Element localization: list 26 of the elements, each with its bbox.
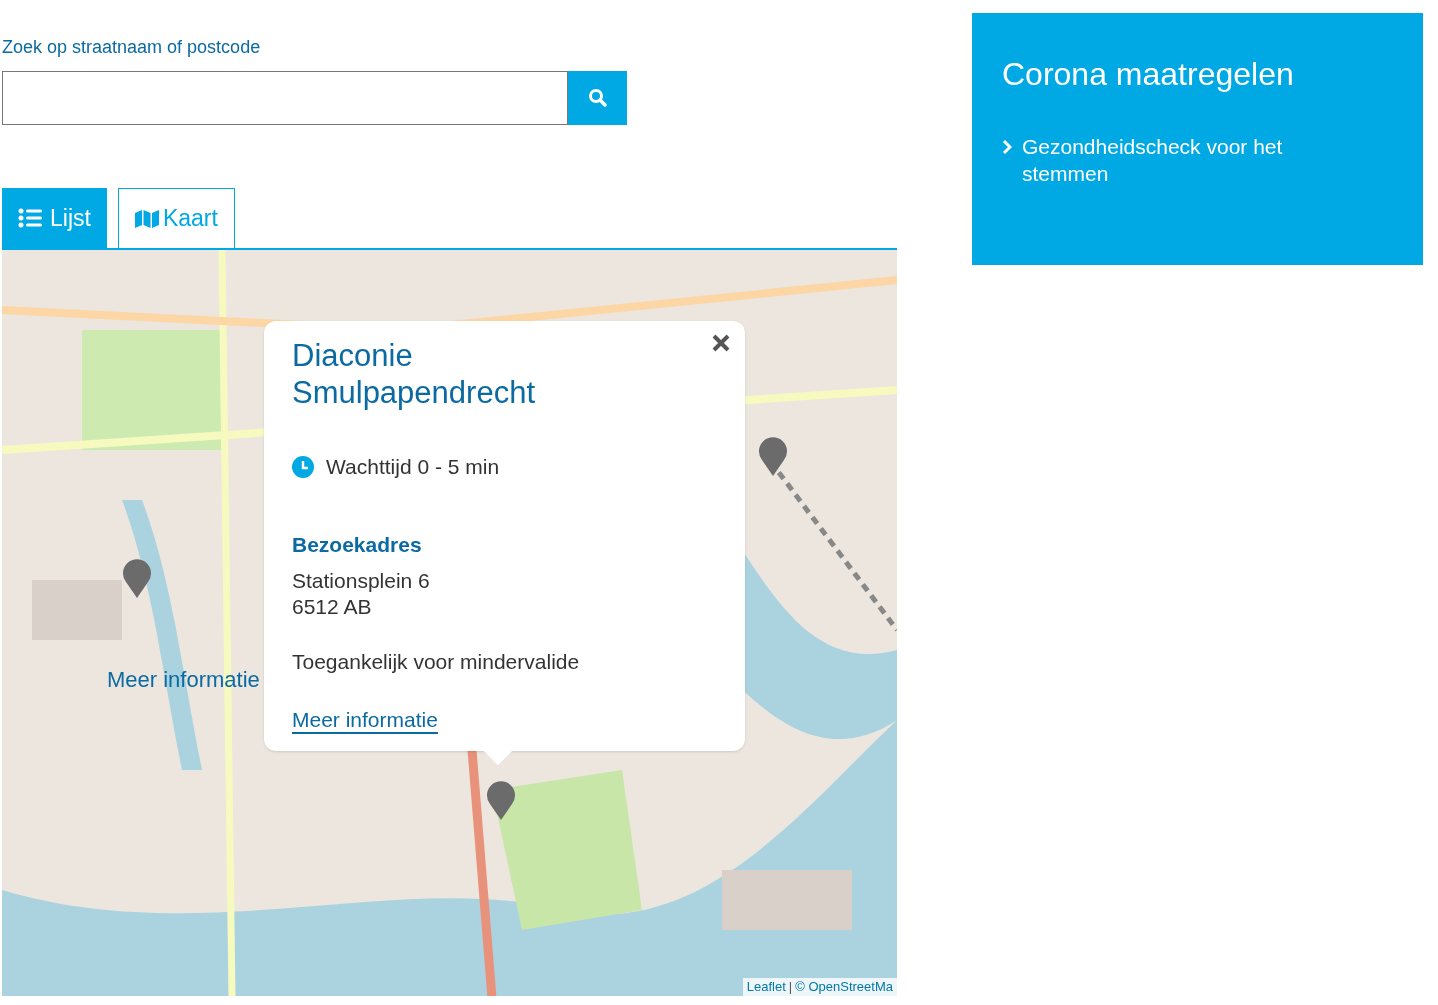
separator: | <box>788 978 793 996</box>
address-heading: Bezoekadres <box>292 531 423 558</box>
map-marker-icon[interactable] <box>757 436 789 476</box>
search-icon <box>587 88 608 108</box>
search-field[interactable] <box>2 71 568 125</box>
leaflet-link[interactable]: Leaflet <box>746 977 786 996</box>
view-tab[interactable]: Lijst <box>2 188 107 248</box>
chevron-icon <box>1002 139 1012 155</box>
clock-icon <box>292 455 314 478</box>
close-icon <box>711 333 731 353</box>
map-icon <box>134 208 159 229</box>
list-icon <box>18 208 42 228</box>
map-marker-icon[interactable] <box>485 780 517 820</box>
attribution-link[interactable]: © OpenStreetMa <box>795 977 893 996</box>
accessibility-note: Toegankelijk voor mindervalide <box>292 649 581 675</box>
search-button[interactable] <box>568 71 627 125</box>
sidebar-title: Corona maatregelen <box>1002 55 1295 93</box>
wait-time: Wachttijd 0 - 5 min <box>326 454 500 480</box>
map-marker-icon[interactable] <box>121 558 153 598</box>
map-link[interactable]: Meer informatie <box>107 663 260 696</box>
view-tab[interactable]: Kaart <box>117 188 235 248</box>
search-label: Zoek op straatnaam of postcode <box>2 36 262 59</box>
popup-title: Diaconie Smulpapendrecht <box>292 337 536 411</box>
more-info-link[interactable]: Meer informatie <box>292 707 438 734</box>
address: Stationsplein 6 6512 AB <box>292 568 431 620</box>
sidebar-link[interactable]: Gezondheidscheck voor het stemmen <box>1002 133 1393 187</box>
